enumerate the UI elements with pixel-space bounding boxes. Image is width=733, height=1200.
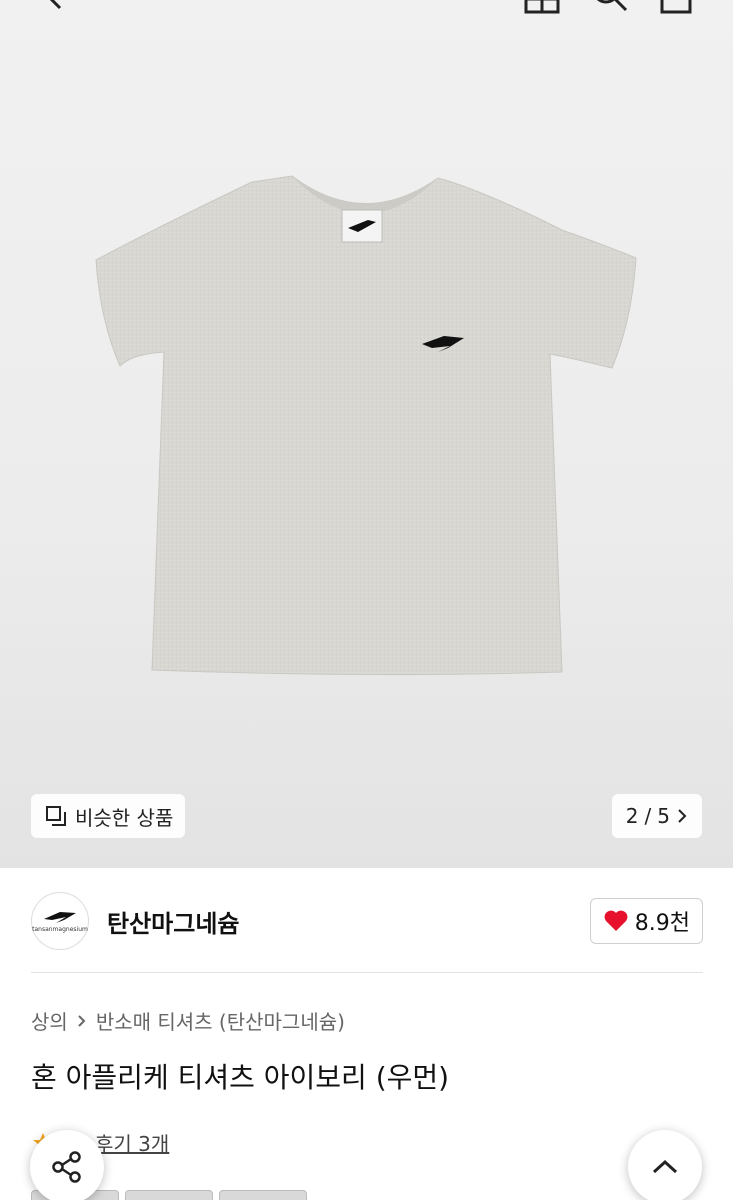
like-count: 8.9천	[634, 911, 690, 936]
scroll-to-top-button[interactable]	[628, 1130, 702, 1200]
breadcrumb: 상의 반소매 티셔츠 (탄산마그네슘)	[31, 1006, 345, 1035]
product-photo-tshirt	[95, 175, 637, 676]
breadcrumb-subcategory[interactable]: 반소매 티셔츠 (탄산마그네슘)	[96, 1006, 345, 1035]
share-button[interactable]	[30, 1130, 104, 1200]
top-navigation-bar	[0, 0, 733, 14]
image-pager[interactable]: 2 / 5	[611, 794, 702, 838]
breadcrumb-category[interactable]: 상의	[31, 1006, 68, 1035]
seller-logo[interactable]: tansanmagnesium	[31, 892, 89, 950]
similar-products-button[interactable]: 비슷한 상품	[31, 794, 186, 838]
share-box-icon[interactable]	[522, 0, 562, 14]
chevron-left-icon[interactable]	[38, 0, 78, 14]
seller-row[interactable]: tansanmagnesium 탄산마그네슘 8.9천	[31, 890, 703, 952]
like-button[interactable]: 8.9천	[589, 898, 703, 944]
brand-mark-icon	[44, 912, 76, 923]
total-pages: 5	[657, 804, 670, 828]
chevron-right-icon	[678, 809, 687, 823]
current-page: 2	[625, 804, 639, 828]
seller-name[interactable]: 탄산마그네슘	[107, 904, 239, 939]
page-separator: /	[644, 804, 652, 828]
heart-icon	[604, 910, 628, 931]
copy-icon	[46, 806, 66, 826]
cart-icon[interactable]	[656, 0, 696, 14]
section-divider	[31, 972, 703, 973]
share-icon	[52, 1151, 81, 1183]
product-title: 혼 아플리케 티셔츠 아이보리 (우먼)	[31, 1061, 450, 1094]
review-thumbnail[interactable]	[125, 1190, 213, 1200]
chevron-up-icon	[652, 1159, 678, 1174]
review-count-link[interactable]: 후기 3개	[95, 1128, 169, 1157]
search-icon[interactable]	[588, 0, 632, 14]
chevron-right-icon	[78, 1014, 86, 1027]
review-thumbnail[interactable]	[219, 1190, 307, 1200]
product-image-gallery[interactable]: 비슷한 상품 2 / 5	[0, 0, 733, 868]
similar-products-label: 비슷한 상품	[75, 805, 174, 830]
seller-logo-text: tansanmagnesium	[32, 926, 88, 933]
